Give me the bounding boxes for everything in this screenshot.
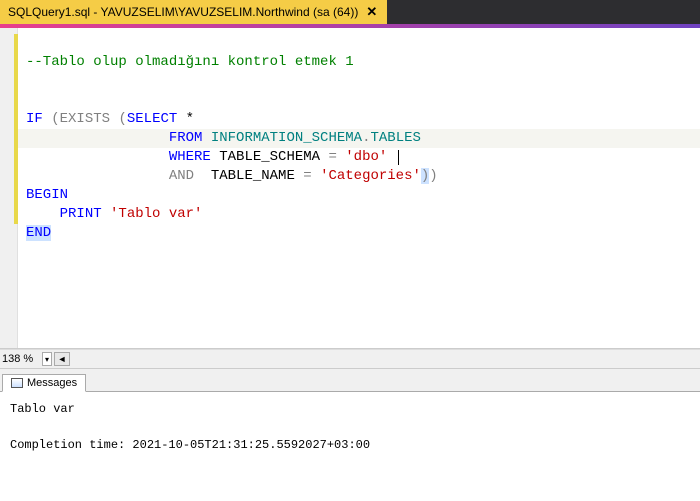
tab-messages[interactable]: Messages xyxy=(2,374,86,392)
messages-panel[interactable]: Tablo var Completion time: 2021-10-05T21… xyxy=(0,391,700,501)
kw-print: PRINT xyxy=(60,206,102,222)
caret xyxy=(398,150,399,165)
editor-gutter xyxy=(0,28,18,348)
code-comment: --Tablo olup olmadığını kontrol etmek 1 xyxy=(26,54,354,70)
tab-messages-label: Messages xyxy=(27,377,77,389)
file-tab[interactable]: SQLQuery1.sql - YAVUZSELIM\YAVUZSELIM.No… xyxy=(0,0,387,24)
zoom-value: 138 % xyxy=(2,353,40,365)
kw-and: AND xyxy=(169,168,194,184)
message-line: Tablo var xyxy=(10,402,75,416)
tab-bar: SQLQuery1.sql - YAVUZSELIM\YAVUZSELIM.No… xyxy=(0,0,700,24)
kw-begin: BEGIN xyxy=(26,187,68,203)
editor: --Tablo olup olmadığını kontrol etmek 1 … xyxy=(0,28,700,349)
zoom-bar: 138 % ▾ ◄ xyxy=(0,349,700,369)
messages-icon xyxy=(11,378,23,388)
kw-end: END xyxy=(26,225,51,241)
code-area[interactable]: --Tablo olup olmadığını kontrol etmek 1 … xyxy=(18,28,700,348)
zoom-dropdown[interactable]: ▾ xyxy=(42,352,52,366)
kw-where: WHERE xyxy=(169,149,211,165)
kw-from: FROM xyxy=(169,130,203,146)
close-icon[interactable]: ✕ xyxy=(364,4,379,20)
message-completion: Completion time: 2021-10-05T21:31:25.559… xyxy=(10,438,370,452)
scroll-left-button[interactable]: ◄ xyxy=(54,352,70,366)
results-tabbar: Messages xyxy=(0,369,700,391)
kw-if: IF xyxy=(26,111,43,127)
file-tab-title: SQLQuery1.sql - YAVUZSELIM\YAVUZSELIM.No… xyxy=(8,5,358,19)
